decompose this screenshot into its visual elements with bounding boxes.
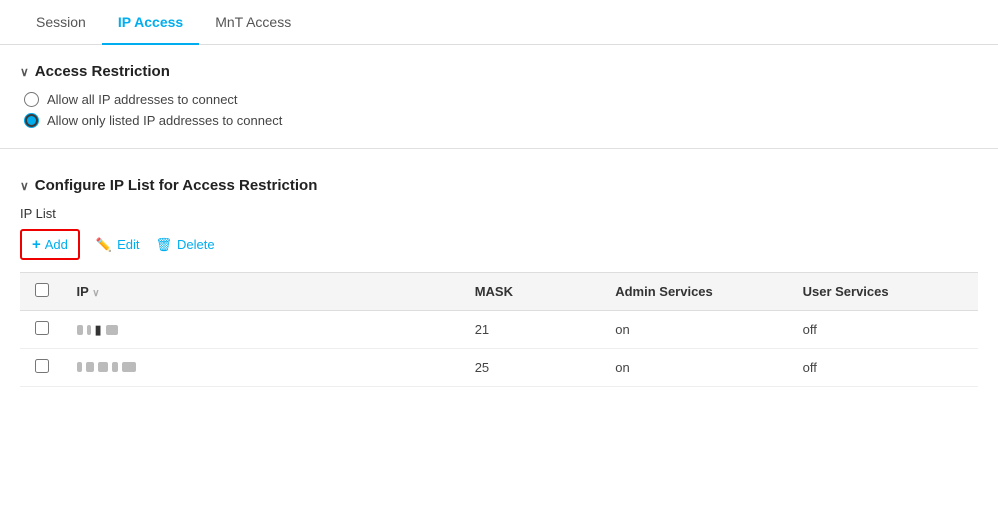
edit-icon: ✏️ [96, 237, 112, 253]
ip-block [77, 325, 83, 335]
section-divider [0, 148, 998, 149]
th-mask: MASK [463, 273, 604, 311]
radio-allow-listed[interactable]: Allow only listed IP addresses to connec… [24, 113, 978, 128]
row1-mask: 21 [463, 311, 604, 349]
delete-icon: 🗑 [156, 237, 173, 253]
row1-ip-value: ▮ [77, 322, 118, 338]
ip-table: IP ∨ MASK Admin Services User Services [20, 272, 978, 387]
delete-label: Delete [177, 237, 215, 252]
ip-sort-arrow: ∨ [92, 288, 99, 299]
add-button[interactable]: + Add [20, 229, 80, 260]
row2-mask: 25 [463, 349, 604, 387]
row1-ip: ▮ [65, 311, 463, 349]
row1-admin: on [603, 311, 790, 349]
tab-mnt-access[interactable]: MnT Access [199, 0, 307, 44]
ip-block [112, 362, 118, 372]
row2-admin: on [603, 349, 790, 387]
table-row: 25 on off [20, 349, 978, 387]
ip-list-title: Configure IP List for Access Restriction [35, 177, 318, 194]
radio-allow-all-label: Allow all IP addresses to connect [47, 92, 238, 107]
row1-checkbox-cell [20, 311, 65, 349]
ip-block [106, 325, 118, 335]
th-ip[interactable]: IP ∨ [65, 273, 463, 311]
access-restriction-radio-group: Allow all IP addresses to connect Allow … [20, 92, 978, 128]
edit-button[interactable]: ✏️ Edit [96, 237, 140, 253]
row2-checkbox[interactable] [35, 359, 49, 373]
row1-user: off [791, 311, 978, 349]
radio-allow-all-input[interactable] [24, 92, 39, 107]
select-all-checkbox[interactable] [35, 283, 49, 297]
ip-block [122, 362, 136, 372]
ip-block [87, 325, 91, 335]
access-restriction-section: ∨ Access Restriction Allow all IP addres… [0, 45, 998, 138]
tab-ip-access[interactable]: IP Access [102, 0, 199, 44]
row2-ip-value [77, 362, 136, 372]
plus-icon: + [32, 236, 41, 253]
th-admin-services: Admin Services [603, 273, 790, 311]
radio-allow-all[interactable]: Allow all IP addresses to connect [24, 92, 978, 107]
ip-list-label: IP List [20, 206, 978, 221]
edit-label: Edit [117, 237, 139, 252]
radio-allow-listed-input[interactable] [24, 113, 39, 128]
access-restriction-chevron[interactable]: ∨ [20, 65, 29, 79]
access-restriction-header: ∨ Access Restriction [20, 63, 978, 80]
table-header-row: IP ∨ MASK Admin Services User Services [20, 273, 978, 311]
table-row: ▮ 21 on off [20, 311, 978, 349]
ip-block [98, 362, 108, 372]
row1-checkbox[interactable] [35, 321, 49, 335]
radio-allow-listed-label: Allow only listed IP addresses to connec… [47, 113, 282, 128]
th-user-services: User Services [791, 273, 978, 311]
row2-user: off [791, 349, 978, 387]
ip-list-toolbar: + Add ✏️ Edit 🗑 Delete [20, 229, 978, 260]
ip-list-section: ∨ Configure IP List for Access Restricti… [0, 159, 998, 397]
ip-list-chevron[interactable]: ∨ [20, 179, 29, 193]
row2-checkbox-cell [20, 349, 65, 387]
th-checkbox [20, 273, 65, 311]
delete-button[interactable]: 🗑 Delete [156, 237, 215, 253]
add-label: Add [45, 237, 68, 252]
access-restriction-title: Access Restriction [35, 63, 170, 80]
ip-block [77, 362, 82, 372]
row2-ip [65, 349, 463, 387]
tab-session[interactable]: Session [20, 0, 102, 44]
ip-block [86, 362, 94, 372]
tabs-bar: Session IP Access MnT Access [0, 0, 998, 45]
ip-list-header: ∨ Configure IP List for Access Restricti… [20, 177, 978, 194]
